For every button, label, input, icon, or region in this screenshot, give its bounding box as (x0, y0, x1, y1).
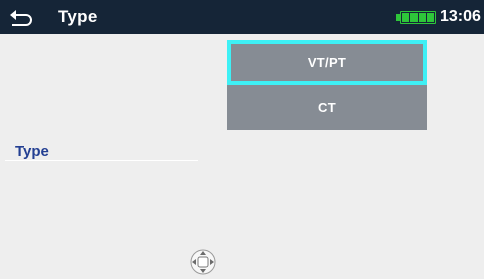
option-vt-pt[interactable]: VT/PT (227, 40, 427, 85)
top-bar: Type 13:06 (0, 0, 484, 34)
clock: 13:06 (440, 8, 481, 25)
parameter-label: Type (15, 143, 49, 160)
option-ct[interactable]: CT (227, 85, 427, 130)
back-arrow-icon[interactable] (8, 6, 36, 28)
screen-title: Type (58, 7, 98, 26)
dpad-navigation-icon (190, 249, 216, 275)
battery-icon (400, 11, 436, 24)
parameter-underline (5, 160, 198, 161)
